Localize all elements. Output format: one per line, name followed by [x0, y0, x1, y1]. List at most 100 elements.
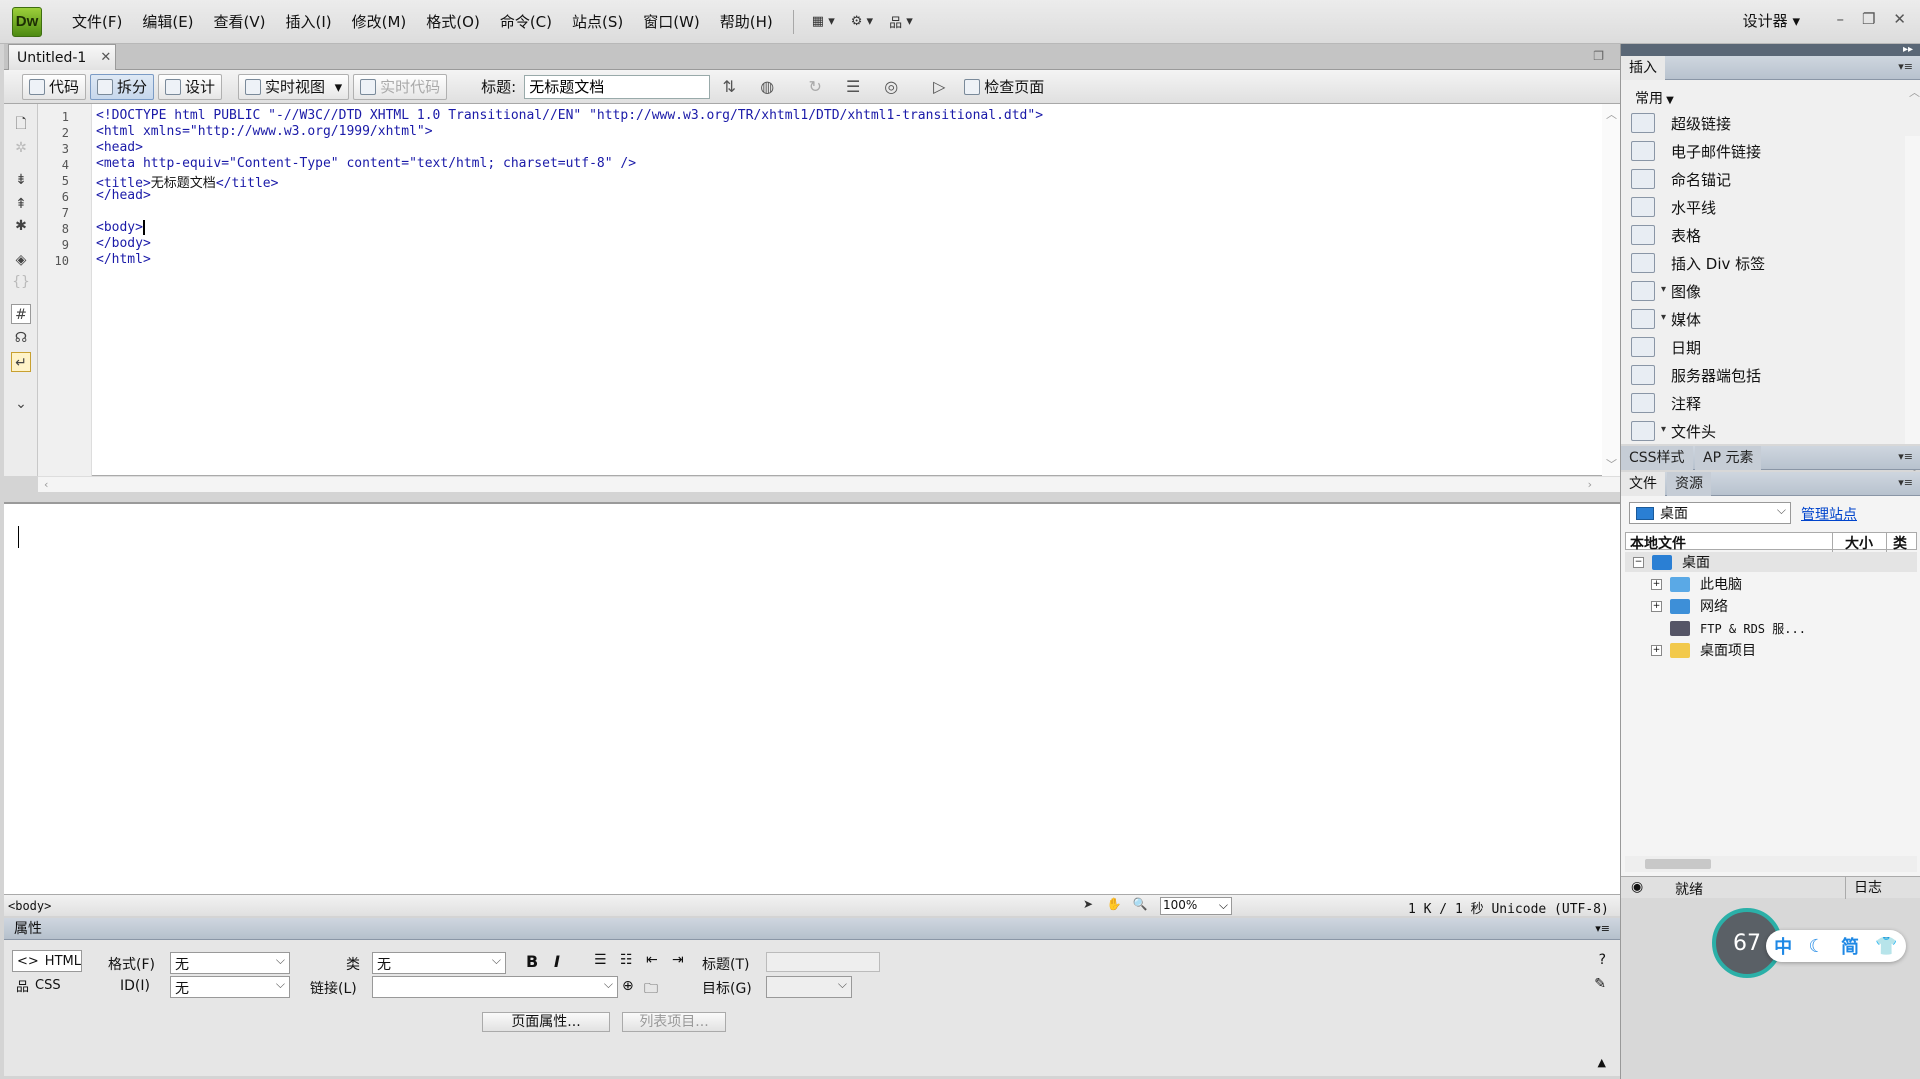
- tree-item-desktop[interactable]: − 桌面: [1625, 552, 1917, 572]
- browse-folder-icon[interactable]: 🗀: [644, 978, 658, 1002]
- live-view-button[interactable]: 实时视图 ▾: [238, 73, 350, 100]
- tree-item-ftp[interactable]: FTP & RDS 服...: [1670, 618, 1806, 638]
- balance-braces-icon[interactable]: {}: [11, 272, 31, 292]
- validate-markup-icon[interactable]: ▷: [928, 76, 950, 98]
- link-input[interactable]: [372, 976, 618, 998]
- expand-icon[interactable]: +: [1651, 644, 1662, 656]
- insert-category-select[interactable]: 常用: [1635, 88, 1674, 108]
- restore-icon[interactable]: ❐: [1862, 10, 1875, 28]
- scroll-left-icon[interactable]: ‹: [44, 478, 48, 491]
- insert-image[interactable]: 图像: [1631, 278, 1701, 304]
- site-select[interactable]: 桌面: [1629, 502, 1791, 524]
- tag-selector[interactable]: <body>: [8, 899, 51, 913]
- scroll-up-icon[interactable]: ︿: [1606, 106, 1617, 122]
- insert-date[interactable]: 日期: [1631, 334, 1701, 360]
- tree-item-network[interactable]: + 网络: [1651, 596, 1728, 616]
- insert-table[interactable]: 表格: [1631, 222, 1701, 248]
- ordered-list-icon[interactable]: ☷: [620, 952, 633, 968]
- refresh-icon[interactable]: ↻: [804, 76, 826, 98]
- scroll-thumb[interactable]: [1645, 859, 1711, 869]
- insert-horizontal-rule[interactable]: 水平线: [1631, 194, 1716, 220]
- insert-media[interactable]: 媒体: [1631, 306, 1701, 332]
- document-tab[interactable]: Untitled-1 ✕: [8, 44, 116, 70]
- ime-mode[interactable]: 简: [1841, 933, 1859, 959]
- insert-tab[interactable]: 插入: [1621, 56, 1665, 80]
- workspace-switcher[interactable]: 设计器 ▾: [1743, 10, 1800, 31]
- quick-tag-editor-icon[interactable]: ✎: [1594, 976, 1606, 992]
- help-icon[interactable]: ?: [1599, 952, 1606, 968]
- html-mode-button[interactable]: <> HTML: [12, 950, 82, 972]
- class-select[interactable]: 无: [372, 952, 506, 974]
- more-tools-icon[interactable]: ⌄: [11, 394, 31, 414]
- size-column[interactable]: 大小: [1832, 533, 1873, 553]
- split-view-button[interactable]: 拆分: [90, 73, 155, 100]
- preview-browser-icon[interactable]: ◍: [756, 76, 778, 98]
- code-vertical-scrollbar[interactable]: ︿ ﹀: [1602, 104, 1620, 476]
- log-button[interactable]: 日志: [1845, 877, 1882, 899]
- menu-modify[interactable]: 修改(M): [352, 11, 407, 32]
- collapse-tag-icon[interactable]: ⇟: [11, 170, 31, 190]
- dock-collapse-strip[interactable]: ▸▸: [1621, 44, 1920, 56]
- expand-icon[interactable]: +: [1651, 578, 1662, 590]
- minimize-icon[interactable]: –: [1836, 10, 1844, 28]
- close-icon[interactable]: ✕: [1893, 10, 1906, 28]
- outdent-icon[interactable]: ⇤: [646, 952, 658, 968]
- view-options-icon[interactable]: ☰: [842, 76, 864, 98]
- local-files-column[interactable]: 本地文件: [1630, 533, 1686, 553]
- code-view[interactable]: 🗋 ✲ ⇟ ⇞ ✱ ◈ {} # ☊ ↵ ⌄ 1 2 3 4 5 6 7 8 9…: [4, 104, 1620, 476]
- restore-document-icon[interactable]: ❐: [1593, 49, 1604, 63]
- files-tab[interactable]: 文件: [1621, 472, 1665, 496]
- site-dropdown[interactable]: 品 ▾: [889, 12, 913, 31]
- target-select[interactable]: [766, 976, 852, 998]
- insert-named-anchor[interactable]: 命名锚记: [1631, 166, 1731, 192]
- show-code-navigator-icon[interactable]: ✲: [11, 138, 31, 158]
- open-documents-icon[interactable]: 🗋: [11, 114, 31, 134]
- skin-icon[interactable]: 👕: [1875, 936, 1897, 957]
- scroll-down-icon[interactable]: ﹀: [1606, 456, 1617, 472]
- close-tab-icon[interactable]: ✕: [100, 50, 111, 65]
- files-horizontal-scrollbar[interactable]: [1625, 856, 1917, 872]
- ap-elements-tab[interactable]: AP 元素: [1695, 446, 1762, 470]
- pointer-tool-icon[interactable]: ➤: [1078, 897, 1098, 915]
- title-attr-input[interactable]: [766, 952, 880, 972]
- code-view-button[interactable]: 代码: [22, 73, 87, 100]
- visual-aids-icon[interactable]: ◎: [880, 76, 902, 98]
- insert-panel-scrollbar[interactable]: ︿ ﹀: [1905, 86, 1920, 479]
- connect-icon[interactable]: ◉: [1631, 879, 1643, 895]
- id-select[interactable]: 无: [170, 976, 290, 998]
- bold-button[interactable]: B: [526, 952, 538, 971]
- insert-server-side-include[interactable]: 服务器端包括: [1631, 362, 1761, 388]
- format-select[interactable]: 无: [170, 952, 290, 974]
- select-parent-tag-icon[interactable]: ◈: [11, 250, 31, 270]
- menu-commands[interactable]: 命令(C): [500, 11, 552, 32]
- menu-file[interactable]: 文件(F): [72, 11, 122, 32]
- insert-div-tag[interactable]: 插入 Div 标签: [1631, 250, 1765, 276]
- collapse-selection-icon[interactable]: ⇞: [11, 194, 31, 214]
- hand-tool-icon[interactable]: ✋: [1104, 897, 1124, 915]
- zoom-select[interactable]: 100% ⌵: [1160, 897, 1232, 915]
- menu-view[interactable]: 查看(V): [214, 11, 266, 32]
- properties-panel-header[interactable]: 属性 ▾≡: [4, 918, 1620, 940]
- tree-item-this-pc[interactable]: + 此电脑: [1651, 574, 1742, 594]
- panel-menu-icon[interactable]: ▾≡: [1898, 476, 1913, 489]
- assets-tab[interactable]: 资源: [1667, 472, 1711, 496]
- file-management-icon[interactable]: ⇅: [718, 76, 740, 98]
- panel-menu-icon[interactable]: ▾≡: [1898, 60, 1913, 73]
- line-numbers-icon[interactable]: #: [11, 304, 31, 324]
- panel-menu-icon[interactable]: ▾≡: [1898, 450, 1913, 463]
- scroll-up-icon[interactable]: ︿: [1909, 84, 1920, 100]
- collapse-icon[interactable]: ▲: [1598, 1056, 1606, 1069]
- menu-window[interactable]: 窗口(W): [643, 11, 700, 32]
- menu-insert[interactable]: 插入(I): [286, 11, 332, 32]
- manage-sites-link[interactable]: 管理站点: [1801, 504, 1857, 524]
- page-properties-button[interactable]: 页面属性...: [482, 1012, 610, 1032]
- expand-all-icon[interactable]: ✱: [11, 216, 31, 236]
- ime-toolbar[interactable]: 中 ☾ 简 👕: [1766, 930, 1906, 962]
- type-column[interactable]: 类: [1886, 533, 1907, 553]
- italic-button[interactable]: I: [554, 952, 560, 971]
- css-mode-button[interactable]: 品 CSS: [12, 974, 82, 996]
- document-title-input[interactable]: [524, 74, 711, 99]
- highlight-invalid-code-icon[interactable]: ☊: [11, 328, 31, 348]
- code-horizontal-scrollbar[interactable]: ‹ ›: [38, 476, 1620, 492]
- collapse-icon[interactable]: −: [1633, 556, 1644, 568]
